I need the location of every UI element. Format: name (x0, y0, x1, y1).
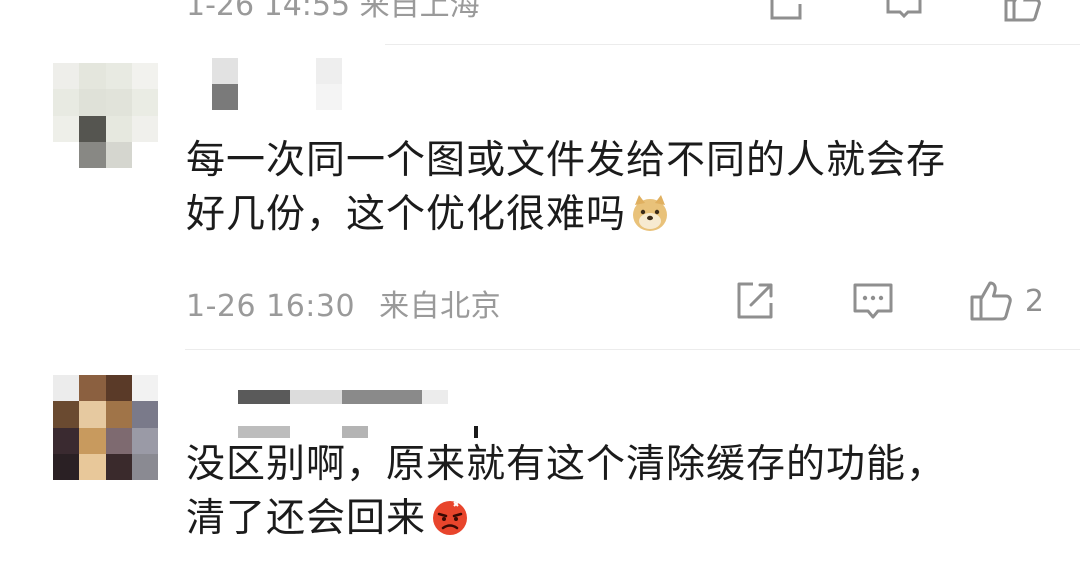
reply-icon[interactable] (851, 279, 895, 323)
comment-text-line: 没区别啊，原来就有这个清除缓存的功能， (186, 442, 947, 487)
divider-top (385, 44, 1080, 45)
share-icon[interactable] (733, 279, 777, 323)
avatar[interactable] (53, 375, 158, 480)
previous-comment-meta: 1-26 14:55 来自上海 (186, 0, 480, 24)
like-icon[interactable] (969, 279, 1013, 323)
username-blurred[interactable] (186, 380, 486, 438)
username-blurred[interactable] (186, 58, 346, 114)
comment-text-line: 清了还会回来 (186, 492, 1056, 552)
comment-meta: 1-26 16:30 来自北京 (186, 281, 501, 325)
previous-comment-meta-text: 1-26 14:55 来自上海 (186, 0, 480, 23)
comment-text: 每一次同一个图或文件发给不同的人就会存 好几份，这个优化很难吗 (186, 134, 1056, 248)
comment-text-line: 每一次同一个图或文件发给不同的人就会存 (186, 138, 947, 183)
comment-text-line-content: 清了还会回来 (186, 496, 427, 541)
previous-comment-actions (764, 0, 1044, 26)
like-count: 2 (1024, 283, 1044, 319)
comment-location: 来自北京 (379, 289, 502, 324)
share-icon[interactable] (764, 0, 808, 26)
comment-text-line-content: 好几份，这个优化很难吗 (186, 192, 627, 237)
comment-time: 1-26 16:30 (186, 289, 356, 324)
avatar[interactable] (53, 63, 158, 168)
doge-emoji-icon (630, 193, 670, 248)
divider (185, 349, 1080, 350)
comment-actions: 2 (733, 279, 1044, 323)
like-icon[interactable] (1000, 0, 1044, 26)
reply-icon[interactable] (882, 0, 926, 26)
comment-text: 没区别啊，原来就有这个清除缓存的功能， 清了还会回来 (186, 438, 1056, 552)
comment-text-line: 好几份，这个优化很难吗 (186, 188, 1056, 248)
angry-face-emoji-icon (430, 497, 470, 552)
